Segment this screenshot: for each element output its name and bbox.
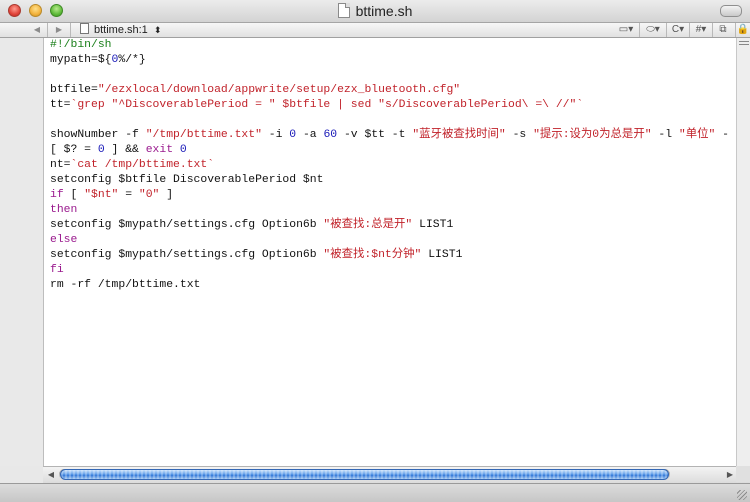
code-token: LIST1 [421, 249, 463, 261]
vertical-scroll-strip [736, 38, 750, 466]
nav-divider [712, 23, 713, 37]
code-token: "单位" [678, 129, 716, 141]
code-line[interactable]: #!/bin/sh [50, 38, 112, 53]
line-gutter [0, 38, 44, 466]
code-token: setconfig $btfile DiscoverablePeriod $nt [50, 174, 324, 186]
code-line[interactable]: setconfig $mypath/settings.cfg Option6b … [50, 218, 453, 233]
horizontal-scrollbar[interactable]: ◀ ▶ [43, 466, 750, 484]
nav-divider [666, 23, 667, 37]
back-arrow-icon[interactable]: ◀ [28, 23, 46, 37]
code-token: -v $tt -t [337, 129, 413, 141]
nav-divider [689, 23, 690, 37]
code-line[interactable]: tt=`grep "^DiscoverablePeriod = " $btfil… [50, 98, 583, 113]
code-token: -s [505, 129, 534, 141]
code-token: fi [50, 264, 64, 276]
code-line[interactable]: nt=`cat /tmp/bttime.txt` [50, 158, 214, 173]
code-token: -l [651, 129, 679, 141]
forward-arrow-icon[interactable]: ▶ [50, 23, 68, 37]
file-popup-menu[interactable]: bttime.sh:1 ⬍ [80, 23, 161, 37]
code-token: LIST1 [412, 219, 454, 231]
code-token: else [50, 234, 78, 246]
navigation-bar: ◀ ▶ bttime.sh:1 ⬍ ▭▾ ⬭▾ C▾ #▾ ⧉ 🔒 [0, 23, 750, 38]
window-title-area: bttime.sh [0, 3, 750, 19]
code-token: setconfig $mypath/settings.cfg Option6b [50, 249, 324, 261]
code-token: %/*} [118, 54, 146, 66]
code-token: tt= [50, 99, 71, 111]
code-token: 60 [323, 129, 338, 141]
bookmark-menu-icon[interactable]: ▭▾ [614, 23, 638, 37]
code-token: "/ezxlocal/download/appwrite/setup/ezx_b… [97, 84, 461, 96]
code-token: "蓝牙被查找时间" [412, 129, 506, 141]
scroll-corner [736, 466, 750, 482]
code-token: "0" [138, 189, 160, 201]
scroll-right-arrow-icon[interactable]: ▶ [723, 467, 737, 483]
code-line[interactable]: else [50, 233, 77, 248]
resize-grip-icon[interactable] [737, 490, 747, 500]
nav-divider [639, 23, 640, 37]
code-token: 0 [97, 144, 105, 156]
code-token: "提示:设为0为总是开" [533, 129, 652, 141]
nav-divider [47, 23, 48, 37]
nav-divider [70, 23, 71, 37]
code-token: nt= [50, 159, 71, 171]
code-line[interactable]: showNumber -f "/tmp/bttime.txt" -i 0 -a … [50, 128, 729, 143]
code-token: ] [159, 189, 174, 201]
code-line[interactable]: then [50, 203, 77, 218]
tag-menu-icon[interactable]: ⬭▾ [641, 23, 665, 37]
code-token: [ $? = [50, 144, 98, 156]
code-token: = [118, 189, 139, 201]
code-token: "/tmp/bttime.txt" [145, 129, 262, 141]
code-token: `grep "^DiscoverablePeriod = " $btfile |… [70, 99, 584, 111]
code-token: exit [145, 144, 174, 156]
code-token: "被查找:$nt分钟" [323, 249, 422, 261]
file-popup-label: bttime.sh:1 [94, 24, 148, 36]
code-token: btfile= [50, 84, 98, 96]
code-token: setconfig $mypath/settings.cfg Option6b [50, 219, 324, 231]
code-token: 0 [179, 144, 187, 156]
text-editor[interactable]: #!/bin/sh mypath=${0%/*} btfile="/ezxlocal… [0, 38, 736, 466]
split-view-icon[interactable]: ⧉ [714, 23, 732, 37]
code-line[interactable]: rm -rf /tmp/bttime.txt [50, 278, 200, 293]
code-token: mypath=${ [50, 54, 112, 66]
editor-window: bttime.sh ◀ ▶ bttime.sh:1 ⬍ ▭▾ ⬭▾ C▾ #▾ … [0, 0, 750, 502]
code-line[interactable]: if [ "$nt" = "0" ] [50, 188, 173, 203]
popup-arrows-icon: ⬍ [153, 25, 162, 35]
code-token: if [50, 189, 64, 201]
document-icon[interactable] [337, 3, 350, 18]
code-area[interactable]: #!/bin/sh mypath=${0%/*} btfile="/ezxlocal… [50, 38, 736, 466]
code-token: `cat /tmp/bttime.txt` [70, 159, 215, 171]
window-title: bttime.sh [355, 3, 413, 19]
code-line[interactable]: fi [50, 263, 64, 278]
code-line[interactable]: mypath=${0%/*} [50, 53, 146, 68]
code-token: then [50, 204, 78, 216]
code-token: [ [63, 189, 85, 201]
toolbar-toggle-button[interactable] [720, 5, 742, 17]
title-bar[interactable]: bttime.sh [0, 0, 750, 23]
code-line[interactable]: setconfig $btfile DiscoverablePeriod $nt [50, 173, 323, 188]
code-line[interactable]: btfile="/ezxlocal/download/appwrite/setu… [50, 83, 460, 98]
status-bar [0, 483, 750, 502]
code-line[interactable]: [ $? = 0 ] && exit 0 [50, 143, 187, 158]
code-token: "$nt" [84, 189, 119, 201]
code-token: -i [261, 129, 290, 141]
code-token: "被查找:总是开" [323, 219, 413, 231]
code-token: ] && [104, 144, 146, 156]
code-token: -a [296, 129, 324, 141]
scroll-thumb[interactable] [60, 469, 669, 480]
scroll-left-arrow-icon[interactable]: ◀ [44, 467, 58, 483]
code-token: #!/bin/sh [50, 39, 112, 51]
split-handle-icon[interactable] [739, 38, 749, 48]
pound-menu-icon[interactable]: #▾ [691, 23, 711, 37]
file-icon [80, 23, 89, 34]
function-menu-icon[interactable]: C▾ [668, 23, 688, 37]
code-token: showNumber -f [50, 129, 146, 141]
code-token: - [715, 129, 730, 141]
code-token: rm -rf /tmp/bttime.txt [50, 279, 201, 291]
lock-icon[interactable]: 🔒 [735, 23, 750, 37]
code-line[interactable]: setconfig $mypath/settings.cfg Option6b … [50, 248, 462, 263]
